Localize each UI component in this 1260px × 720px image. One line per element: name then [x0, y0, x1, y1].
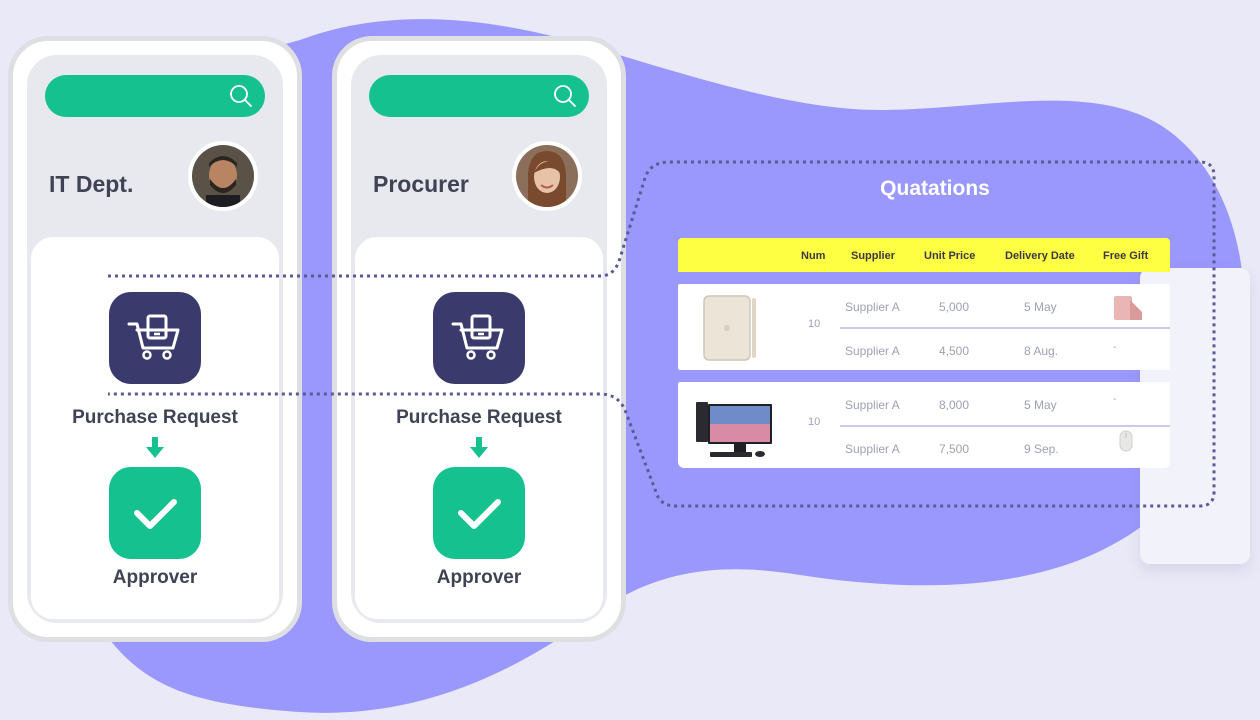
- phone-screen: Procurer Purchase Request Approver: [351, 55, 607, 623]
- header-delivery-date: Delivery Date: [1005, 250, 1075, 262]
- phone-it-dept: IT Dept. Purchase Request Approver: [8, 36, 302, 642]
- role-title: Procurer: [373, 171, 469, 197]
- quantity: 10: [808, 416, 821, 428]
- purchase-request-label: Purchase Request: [72, 407, 238, 428]
- supplier-cell: Supplier A: [845, 344, 900, 358]
- search-bar[interactable]: [369, 75, 589, 117]
- phone-procurer: Procurer Purchase Request Approver: [332, 36, 626, 642]
- workflow-card: Purchase Request Approver: [355, 237, 603, 619]
- supplier-cell: Supplier A: [845, 300, 900, 314]
- approver-button[interactable]: [433, 467, 525, 559]
- mouse-icon: [1119, 430, 1133, 452]
- tablet-case-icon: [1114, 296, 1142, 320]
- search-bar[interactable]: [45, 75, 265, 117]
- purchase-request-label: Purchase Request: [396, 407, 562, 428]
- phone-screen: IT Dept. Purchase Request Approver: [27, 55, 283, 623]
- avatar[interactable]: [512, 141, 582, 211]
- arrow-down-icon: [470, 437, 488, 458]
- desktop-computer-icon: [696, 402, 772, 457]
- search-icon[interactable]: [553, 84, 577, 108]
- checkmark-icon: [458, 499, 501, 529]
- delivery-cell: 5 May: [1024, 398, 1057, 412]
- delivery-cell: 9 Sep.: [1024, 442, 1059, 456]
- avatar[interactable]: [188, 141, 258, 211]
- supplier-cell: Supplier A: [845, 442, 900, 456]
- checkmark-icon: [134, 499, 177, 529]
- header-supplier: Supplier: [851, 250, 896, 262]
- header-unit-price: Unit Price: [924, 250, 976, 262]
- free-gift-cell: -: [1113, 394, 1117, 405]
- approver-label: Approver: [436, 567, 522, 588]
- unit-price-cell: 4,500: [939, 344, 970, 358]
- quotations-title: Quatations: [880, 177, 990, 200]
- approver-button[interactable]: [109, 467, 201, 559]
- unit-price-cell: 7,500: [939, 442, 970, 456]
- quotation-group-tablet[interactable]: 10 Supplier A 5,000 5 May Supplier A 4,5…: [678, 284, 1170, 370]
- delivery-cell: 8 Aug.: [1024, 344, 1059, 358]
- unit-price-cell: 8,000: [939, 398, 970, 412]
- purchase-request-button[interactable]: [433, 292, 525, 384]
- man-avatar-icon: [192, 145, 254, 207]
- row-divider: [840, 327, 1170, 329]
- woman-avatar-icon: [516, 145, 578, 207]
- approver-label: Approver: [112, 567, 198, 588]
- delivery-cell: 5 May: [1024, 300, 1057, 314]
- workflow-card: Purchase Request Approver: [31, 237, 279, 619]
- quantity: 10: [808, 318, 821, 330]
- role-title: IT Dept.: [49, 171, 134, 197]
- table-header: Num Supplier Unit Price Delivery Date Fr…: [678, 238, 1170, 272]
- shopping-cart-icon: [451, 314, 504, 360]
- header-free-gift: Free Gift: [1103, 250, 1149, 262]
- unit-price-cell: 5,000: [939, 300, 970, 314]
- quotation-group-desktop[interactable]: 10 Supplier A 8,000 5 May - Supplier A 7…: [678, 382, 1170, 468]
- purchase-request-button[interactable]: [109, 292, 201, 384]
- row-divider: [840, 425, 1170, 427]
- shopping-cart-icon: [127, 314, 180, 360]
- arrow-down-icon: [146, 437, 164, 458]
- search-icon[interactable]: [229, 84, 253, 108]
- tablet-icon: [703, 295, 756, 361]
- header-num: Num: [801, 250, 826, 262]
- free-gift-cell: -: [1113, 342, 1117, 353]
- supplier-cell: Supplier A: [845, 398, 900, 412]
